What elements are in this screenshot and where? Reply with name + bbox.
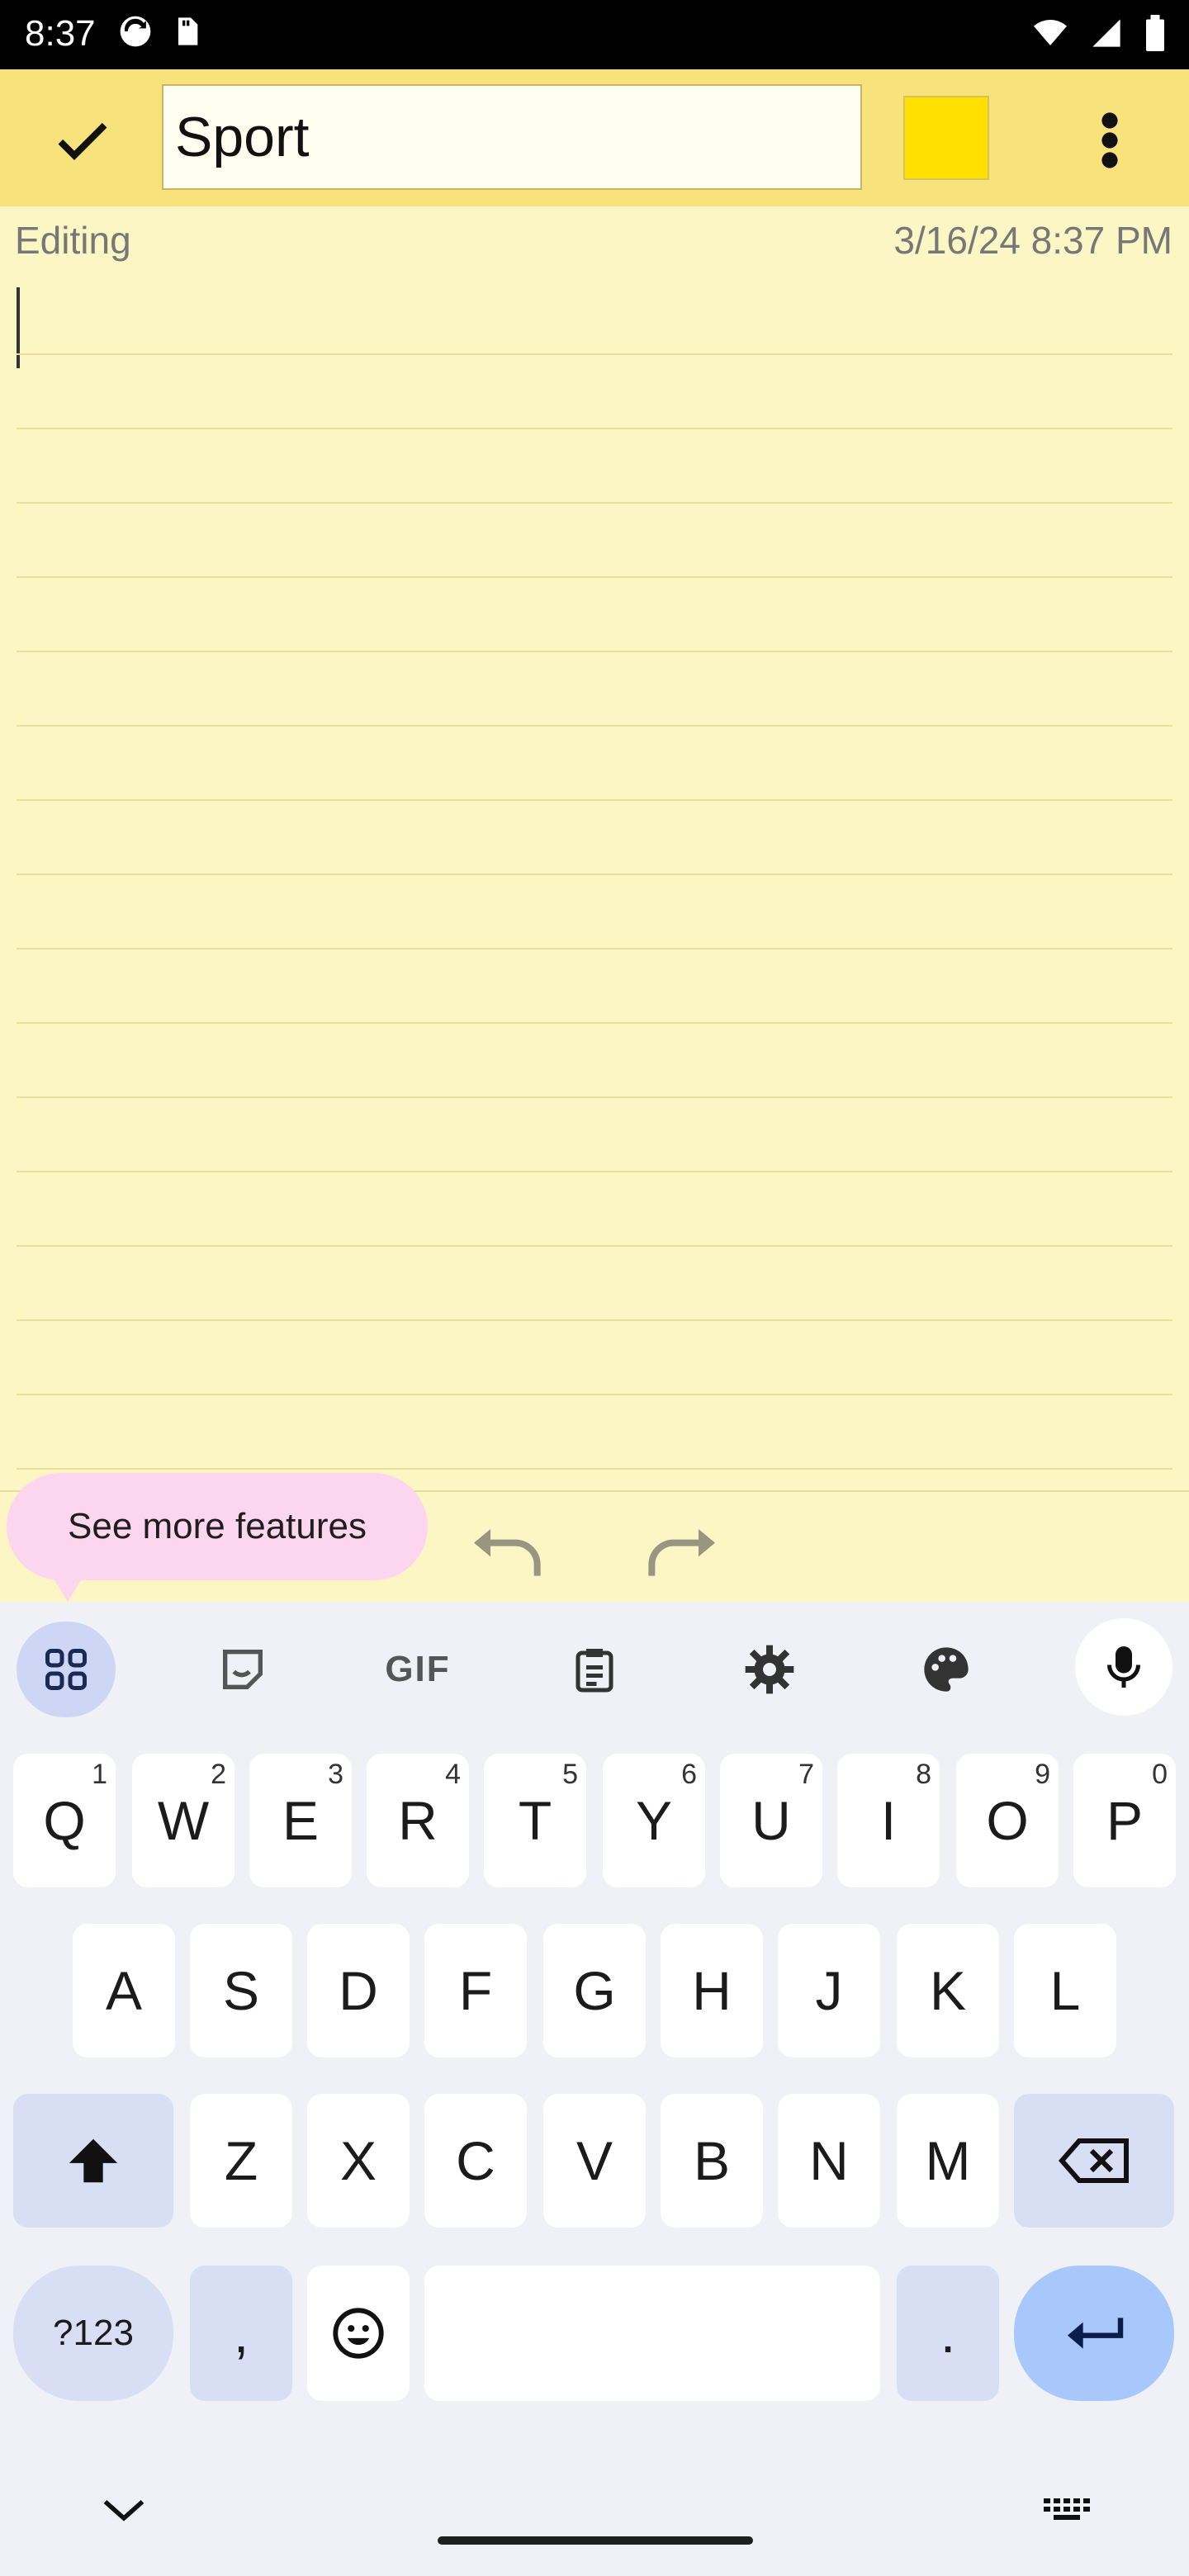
key-x[interactable]: X — [307, 2094, 410, 2228]
status-time: 8:37 — [25, 13, 96, 54]
status-bar: 8:37 — [0, 0, 1189, 69]
key-v[interactable]: V — [543, 2094, 646, 2228]
note-line — [17, 1245, 1172, 1247]
kb-gif-button[interactable]: GIF — [368, 1622, 467, 1717]
key-h[interactable]: H — [661, 1924, 763, 2057]
key-l[interactable]: L — [1014, 1924, 1116, 2057]
key-q[interactable]: Q1 — [13, 1754, 116, 1887]
kb-theme-button[interactable] — [897, 1622, 996, 1717]
comma-key[interactable]: , — [190, 2266, 292, 2401]
gesture-home-handle[interactable] — [438, 2536, 753, 2545]
key-g[interactable]: G — [543, 1924, 646, 2057]
note-line — [17, 353, 1172, 355]
save-button[interactable] — [33, 99, 132, 182]
space-key[interactable] — [424, 2266, 880, 2401]
note-timestamp: 3/16/24 8:37 PM — [893, 219, 1172, 262]
note-line — [17, 799, 1172, 801]
more-options-button[interactable] — [1077, 99, 1143, 182]
check-icon — [58, 122, 107, 160]
period-key[interactable]: . — [897, 2266, 999, 2401]
note-line — [17, 1022, 1172, 1024]
key-o[interactable]: O9 — [956, 1754, 1059, 1887]
sticker-icon — [223, 1650, 263, 1689]
keyboard — [0, 1602, 1189, 2576]
note-line — [17, 1468, 1172, 1470]
key-i[interactable]: I8 — [837, 1754, 940, 1887]
key-t[interactable]: T5 — [484, 1754, 586, 1887]
note-title-field[interactable]: Sport — [162, 84, 862, 190]
note-line — [17, 874, 1172, 875]
note-color-button[interactable] — [903, 96, 989, 180]
backspace-icon — [1059, 2138, 1129, 2183]
clipboard-icon — [576, 1649, 613, 1693]
kb-settings-button[interactable] — [720, 1622, 819, 1717]
key-b[interactable]: B — [661, 2094, 763, 2228]
features-tooltip[interactable]: See more features — [7, 1473, 428, 1580]
sd-card-icon — [178, 17, 198, 45]
note-line — [17, 1096, 1172, 1098]
note-body-area[interactable] — [0, 206, 1189, 1490]
emoji-key[interactable] — [307, 2266, 410, 2401]
note-line — [17, 1171, 1172, 1172]
note-line — [17, 948, 1172, 949]
hide-keyboard-chevron-icon[interactable] — [99, 2495, 149, 2525]
sync-icon — [120, 16, 151, 47]
shift-key[interactable] — [13, 2094, 173, 2228]
wifi-icon — [1034, 20, 1067, 45]
kb-voice-button[interactable] — [1075, 1618, 1172, 1716]
enter-key[interactable] — [1014, 2266, 1174, 2401]
key-y[interactable]: Y6 — [603, 1754, 705, 1887]
note-line — [17, 576, 1172, 578]
text-cursor — [17, 287, 20, 368]
note-line — [17, 428, 1172, 429]
emoji-icon — [333, 2308, 384, 2359]
tooltip-tail — [50, 1572, 86, 1602]
redo-button[interactable] — [641, 1521, 723, 1587]
key-k[interactable]: K — [897, 1924, 999, 2057]
key-c[interactable]: C — [424, 2094, 527, 2228]
palette-icon — [924, 1647, 969, 1692]
mode-label: Editing — [15, 219, 131, 262]
settings-icon — [745, 1645, 794, 1694]
key-r[interactable]: R4 — [367, 1754, 469, 1887]
kb-clipboard-button[interactable] — [545, 1622, 644, 1717]
gif-icon: GIF — [385, 1649, 451, 1689]
kb-apps-button[interactable] — [17, 1622, 116, 1717]
note-line — [17, 1394, 1172, 1395]
undo-icon — [474, 1529, 541, 1576]
note-line — [17, 502, 1172, 504]
undo-button[interactable] — [466, 1521, 548, 1587]
key-w[interactable]: W2 — [132, 1754, 234, 1887]
key-m[interactable]: M — [897, 2094, 999, 2228]
key-f[interactable]: F — [424, 1924, 527, 2057]
battery-icon — [1146, 15, 1164, 51]
kb-sticker-button[interactable] — [193, 1622, 292, 1717]
key-j[interactable]: J — [778, 1924, 880, 2057]
backspace-key[interactable] — [1014, 2094, 1174, 2228]
key-u[interactable]: U7 — [720, 1754, 822, 1887]
key-s[interactable]: S — [190, 1924, 292, 2057]
key-a[interactable]: A — [73, 1924, 175, 2057]
mic-icon — [1107, 1646, 1140, 1688]
note-line — [17, 725, 1172, 727]
note-toolbar: Sport — [0, 69, 1189, 206]
more-vert-icon — [1101, 112, 1118, 168]
key-d[interactable]: D — [307, 1924, 410, 2057]
symbols-key[interactable]: ?123 — [13, 2266, 173, 2401]
key-p[interactable]: P0 — [1073, 1754, 1176, 1887]
key-e[interactable]: E3 — [249, 1754, 352, 1887]
key-n[interactable]: N — [778, 2094, 880, 2228]
shift-icon — [69, 2138, 118, 2183]
apps-icon — [45, 1649, 87, 1690]
note-line — [17, 651, 1172, 652]
key-z[interactable]: Z — [190, 2094, 292, 2228]
keyboard-switch-icon[interactable] — [1042, 2495, 1092, 2525]
signal-icon — [1092, 19, 1120, 47]
redo-icon — [648, 1529, 715, 1576]
enter-icon — [1068, 2318, 1124, 2349]
note-line — [17, 1319, 1172, 1321]
